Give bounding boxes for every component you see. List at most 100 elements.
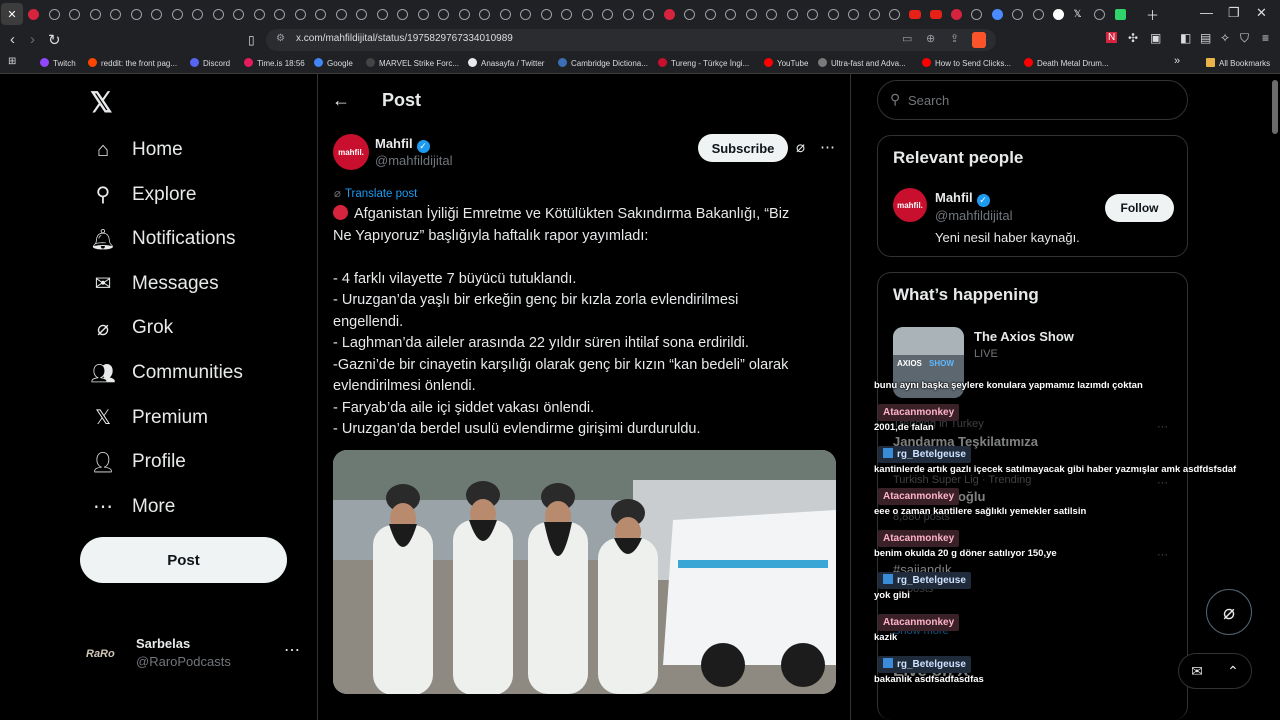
reload-icon[interactable]: ↻ xyxy=(48,31,61,49)
bookmarks-overflow-icon[interactable]: » xyxy=(1174,55,1180,67)
chat-username[interactable]: rg_Betelgeuse xyxy=(878,572,971,589)
tab-favicon-icon[interactable] xyxy=(454,4,474,24)
author-handle[interactable]: @mahfildijital xyxy=(375,153,453,168)
post-more-icon[interactable]: ⋯ xyxy=(820,138,835,156)
author-avatar[interactable]: mahfil. xyxy=(333,134,369,170)
tab-favicon-icon[interactable] xyxy=(85,4,105,24)
tab-favicon-icon[interactable] xyxy=(208,4,228,24)
tab-favicon-icon[interactable] xyxy=(741,4,761,24)
tab-favicon-icon[interactable] xyxy=(1110,4,1130,24)
all-bookmarks[interactable]: All Bookmarks xyxy=(1206,58,1270,68)
back-icon[interactable]: ‹ xyxy=(10,31,15,48)
follow-button[interactable]: Follow xyxy=(1105,194,1174,222)
tab-favicon-icon[interactable] xyxy=(23,4,44,24)
tab-favicon-icon[interactable] xyxy=(843,4,864,24)
chat-username[interactable]: Atacanmonkey xyxy=(878,488,960,505)
tab-favicon-icon[interactable] xyxy=(946,4,966,24)
tab-favicon-icon[interactable] xyxy=(638,4,659,24)
menu-icon[interactable]: ≡ xyxy=(1262,31,1269,45)
nav-item-notifications[interactable]: 🔔︎ Notifications xyxy=(90,219,235,259)
tab-favicon-icon[interactable] xyxy=(167,4,187,24)
wallet-icon[interactable]: ▤ xyxy=(1200,31,1211,45)
tab-favicon-icon[interactable] xyxy=(290,4,310,24)
tab-favicon-icon[interactable] xyxy=(433,4,454,24)
post-image[interactable] xyxy=(333,450,836,694)
nav-item-grok[interactable]: ⌀ Grok xyxy=(90,308,173,348)
expand-drawer-icon[interactable]: ⌃ xyxy=(1227,663,1239,680)
tab-favicon-icon[interactable] xyxy=(884,4,905,24)
tab-favicon-icon[interactable] xyxy=(536,4,556,24)
chat-username[interactable]: Atacanmonkey xyxy=(878,530,960,547)
chat-username[interactable]: rg_Betelgeuse xyxy=(878,656,971,673)
tab-favicon-icon[interactable] xyxy=(146,4,167,24)
tab-favicon-icon[interactable] xyxy=(64,4,85,24)
tab-favicon-icon[interactable] xyxy=(1007,4,1028,24)
bookmark-item[interactable]: Tureng - Türkçe İngi... xyxy=(658,58,749,68)
tab-favicon-icon[interactable] xyxy=(515,4,536,24)
chat-username[interactable]: Atacanmonkey xyxy=(878,614,960,631)
install-icon[interactable]: ▭ xyxy=(902,32,912,45)
grok-explain-icon[interactable]: ⌀ xyxy=(796,138,805,156)
tab-favicon-icon[interactable] xyxy=(802,4,823,24)
media-icon[interactable]: ▣ xyxy=(1150,31,1161,45)
bookmark-item[interactable]: Twitch xyxy=(40,58,76,68)
tab-favicon-icon[interactable] xyxy=(392,4,413,24)
account-more-icon[interactable]: ⋯ xyxy=(284,640,300,660)
vpn-icon[interactable]: ⛉ xyxy=(1240,31,1249,46)
messages-drawer[interactable]: ✉ ⌃ xyxy=(1178,653,1252,689)
tab-favicon-icon[interactable] xyxy=(228,4,249,24)
close-window-icon[interactable]: ✕ xyxy=(1256,5,1267,21)
translate-link[interactable]: ⌀ Translate post xyxy=(334,186,417,200)
nav-item-messages[interactable]: ✉ Messages xyxy=(90,264,219,304)
nav-item-profile[interactable]: 👤︎ Profile xyxy=(90,442,186,482)
sidebar-icon[interactable]: ◧ xyxy=(1180,31,1191,45)
bookmark-item[interactable]: Ultra-fast and Adva... xyxy=(818,58,906,68)
tab-favicon-icon[interactable] xyxy=(310,4,331,24)
relevant-handle[interactable]: @mahfildijital xyxy=(935,208,1013,223)
tab-favicon-icon[interactable] xyxy=(966,4,987,24)
bookmark-item[interactable]: YouTube xyxy=(764,58,808,68)
tab-favicon-icon[interactable] xyxy=(597,4,618,24)
nav-item-home[interactable]: ⌂ Home xyxy=(90,130,183,170)
zoom-icon[interactable]: ⊕ xyxy=(926,32,935,45)
relevant-name-row[interactable]: Mahfil ✓ xyxy=(935,189,990,207)
nav-item-more[interactable]: ⋯ More xyxy=(90,487,175,527)
tab-favicon-icon[interactable]: 𝕏 xyxy=(1069,4,1089,24)
tab-favicon-icon[interactable] xyxy=(126,4,146,24)
minimize-icon[interactable]: — xyxy=(1200,5,1213,20)
apps-icon[interactable]: ⊞ xyxy=(8,56,16,67)
new-tab-icon[interactable]: ＋ xyxy=(1146,5,1159,24)
back-arrow-icon[interactable]: ← xyxy=(332,90,350,111)
tab-favicon-icon[interactable] xyxy=(782,4,802,24)
new-message-icon[interactable]: ✉ xyxy=(1191,663,1203,680)
nav-item-explore[interactable]: ⚲ Explore xyxy=(90,175,197,215)
page-scrollbar[interactable] xyxy=(1272,80,1278,134)
tab-favicon-icon[interactable] xyxy=(823,4,843,24)
bookmark-item[interactable]: reddit: the front pag... xyxy=(88,58,177,68)
tab-favicon-icon[interactable] xyxy=(351,4,372,24)
share-icon[interactable]: ⇪ xyxy=(950,32,959,45)
tab-favicon-icon[interactable] xyxy=(1089,4,1110,24)
bookmark-item[interactable]: Time.is 18:56 xyxy=(244,58,305,68)
tab-favicon-icon[interactable] xyxy=(679,4,700,24)
tab-favicon-icon[interactable] xyxy=(105,4,126,24)
account-switcher[interactable]: RaRo Sarbelas @RaroPodcasts ⋯ xyxy=(86,634,306,674)
active-tab-close-icon[interactable]: ✕ xyxy=(1,3,23,25)
bookmark-item[interactable]: Cambridge Dictiona... xyxy=(558,58,648,68)
tab-favicon-icon[interactable] xyxy=(269,4,290,24)
tab-favicon-icon[interactable] xyxy=(1048,4,1069,24)
tab-favicon-icon[interactable] xyxy=(556,4,577,24)
tab-favicon-icon[interactable] xyxy=(1028,4,1048,24)
bookmark-item[interactable]: Anasayfa / Twitter xyxy=(468,58,544,68)
author-name-row[interactable]: Mahfil ✓ xyxy=(375,135,430,153)
bookmark-item[interactable]: Death Metal Drum... xyxy=(1024,58,1109,68)
relevant-avatar[interactable]: mahfil. xyxy=(893,188,927,222)
tab-favicon-icon[interactable] xyxy=(720,4,741,24)
bookmark-item[interactable]: How to Send Clicks... xyxy=(922,58,1011,68)
tab-favicon-icon[interactable] xyxy=(761,4,782,24)
grok-fab-icon[interactable]: ⌀ xyxy=(1206,589,1252,635)
tab-favicon-icon[interactable] xyxy=(659,4,679,24)
axios-title[interactable]: The Axios Show xyxy=(974,329,1074,344)
tab-favicon-icon[interactable] xyxy=(372,4,392,24)
tab-favicon-icon[interactable] xyxy=(618,4,638,24)
